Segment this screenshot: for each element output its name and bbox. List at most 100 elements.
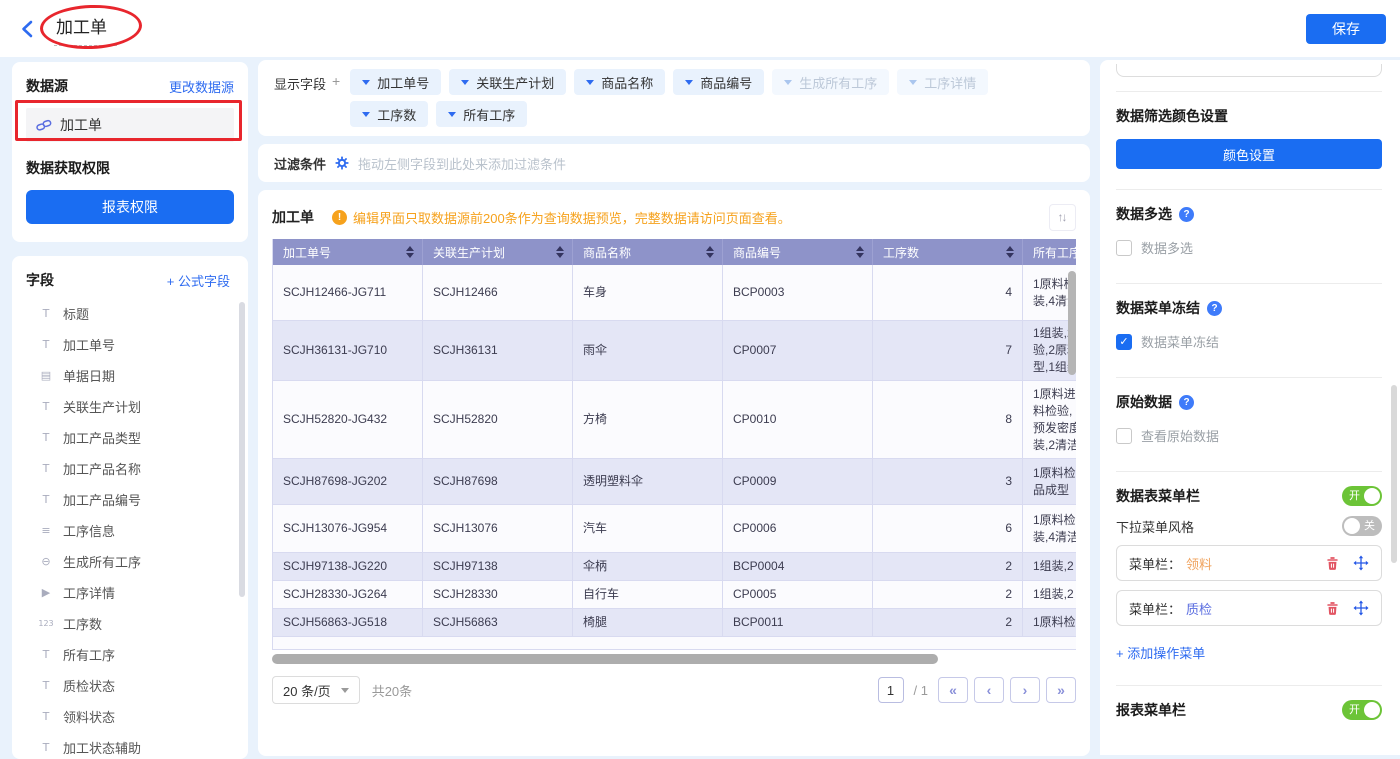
table-row[interactable]: SCJH87698-JG202SCJH87698透明塑料伞CP000931原料检…	[273, 459, 1076, 505]
report-permission-button[interactable]: 报表权限	[26, 190, 234, 224]
datasource-item[interactable]: 加工单	[26, 108, 234, 142]
table-row[interactable]: SCJH28330-JG264SCJH28330自行车CP000521组装,2	[273, 581, 1076, 609]
page-size-select[interactable]: 20 条/页	[272, 676, 360, 704]
delete-menu-item-trash-icon[interactable]	[1324, 555, 1340, 571]
column-header[interactable]: 所有工序	[1023, 239, 1076, 265]
field-item[interactable]: 123工序数	[26, 608, 240, 639]
raw-data-checkbox[interactable]	[1116, 428, 1132, 444]
column-header[interactable]: 关联生产计划	[423, 239, 573, 265]
column-sort-icon[interactable]	[706, 246, 714, 258]
current-page-input[interactable]: 1	[878, 677, 904, 703]
column-header[interactable]: 商品编号	[723, 239, 873, 265]
menu-item-prefix: 菜单栏：	[1129, 554, 1181, 573]
multi-select-checkbox[interactable]	[1116, 240, 1132, 256]
table-row[interactable]: SCJH56863-JG518SCJH56863椅腿BCP001121原料检	[273, 609, 1076, 637]
multi-select-checkbox-row[interactable]: 数据多选	[1116, 238, 1382, 257]
field-item-label: 所有工序	[63, 645, 115, 664]
field-item[interactable]: T标题	[26, 298, 240, 329]
datasource-link-icon	[36, 118, 54, 132]
delete-menu-item-trash-icon[interactable]	[1324, 600, 1340, 616]
field-item[interactable]: ▶工序详情	[26, 577, 240, 608]
text-field-icon: T	[36, 679, 56, 692]
dropdown-style-toggle[interactable]: 关	[1342, 516, 1382, 536]
display-field-chip[interactable]: 所有工序	[436, 101, 527, 127]
display-field-chip[interactable]: 关联生产计划	[449, 69, 566, 95]
field-item[interactable]: T所有工序	[26, 639, 240, 670]
menu-freeze-checkbox-row[interactable]: ✓ 数据菜单冻结	[1116, 332, 1382, 351]
left-sidebar: 数据源 更改数据源 加工单 数据获取权限 报表权限 字段 + 公式字段 T标题T…	[12, 62, 248, 759]
change-datasource-link[interactable]: 更改数据源	[169, 77, 234, 96]
field-item[interactable]: ≡工序信息	[26, 515, 240, 546]
table-menubar-toggle[interactable]: 开	[1342, 486, 1382, 506]
display-field-chip[interactable]: 生成所有工序	[772, 69, 889, 95]
display-field-chip[interactable]: 商品编号	[673, 69, 764, 95]
filter-dropzone-placeholder[interactable]: 拖动左侧字段到此处来添加过滤条件	[358, 154, 566, 173]
column-header[interactable]: 加工单号	[273, 239, 423, 265]
menu-freeze-checkbox[interactable]: ✓	[1116, 334, 1132, 350]
column-sort-icon[interactable]	[406, 246, 414, 258]
field-item[interactable]: T质检状态	[26, 670, 240, 701]
table-cell: SCJH56863	[423, 609, 573, 636]
table-cell: 伞柄	[573, 553, 723, 580]
color-settings-button[interactable]: 颜色设置	[1116, 139, 1382, 169]
column-sort-icon[interactable]	[856, 246, 864, 258]
table-cell: 方椅	[573, 381, 723, 458]
table-cell-process-count: 4	[873, 265, 1023, 320]
field-item[interactable]: T加工产品名称	[26, 453, 240, 484]
settings-panel-scrollbar[interactable]	[1391, 385, 1397, 563]
datasource-heading: 数据源	[26, 76, 68, 96]
text-field-icon: T	[36, 338, 56, 351]
preview-title: 加工单	[272, 207, 314, 227]
back-icon[interactable]	[14, 16, 40, 42]
display-field-chip[interactable]: 加工单号	[350, 69, 441, 95]
next-page-button[interactable]: ›	[1010, 677, 1040, 703]
field-item[interactable]: T加工产品编号	[26, 484, 240, 515]
table-row[interactable]: SCJH13076-JG954SCJH13076汽车CP000661原料检装,4…	[273, 505, 1076, 553]
table-cell-all-processes: 1原料检品成型	[1023, 459, 1076, 504]
table-horizontal-scrollbar[interactable]	[272, 654, 1076, 664]
column-sort-icon[interactable]	[556, 246, 564, 258]
table-cell: CP0009	[723, 459, 873, 504]
field-item[interactable]: T加工单号	[26, 329, 240, 360]
raw-data-checkbox-row[interactable]: 查看原始数据	[1116, 426, 1382, 445]
table-row[interactable]: SCJH52820-JG432SCJH52820方椅CP001081原料进料检验…	[273, 381, 1076, 459]
table-row[interactable]: SCJH36131-JG710SCJH36131雨伞CP000771组装,2验,…	[273, 321, 1076, 381]
table-row[interactable]: SCJH12466-JG711SCJH12466车身BCP000341原料检装,…	[273, 265, 1076, 321]
display-field-chip[interactable]: 商品名称	[574, 69, 665, 95]
column-header[interactable]: 商品名称	[573, 239, 723, 265]
display-field-chip[interactable]: 工序数	[350, 101, 428, 127]
fields-scrollbar[interactable]	[239, 302, 245, 597]
column-header[interactable]: 工序数	[873, 239, 1023, 265]
first-page-button[interactable]: «	[938, 677, 968, 703]
settings-panel: 数据筛选颜色设置 颜色设置 数据多选 ? 数据多选 数据菜单冻结 ? ✓ 数据菜…	[1100, 60, 1400, 755]
table-vertical-scrollbar[interactable]	[1068, 271, 1076, 375]
table-cell: BCP0003	[723, 265, 873, 320]
add-display-field-button[interactable]: +	[332, 73, 340, 89]
add-formula-field-link[interactable]: + 公式字段	[167, 271, 230, 290]
column-header-label: 商品编号	[733, 244, 781, 261]
table-cell: SCJH87698-JG202	[273, 459, 423, 504]
prev-page-button[interactable]: ‹	[974, 677, 1004, 703]
add-action-menu-link[interactable]: + 添加操作菜单	[1116, 643, 1205, 662]
help-icon[interactable]: ?	[1207, 301, 1222, 316]
help-icon[interactable]: ?	[1179, 207, 1194, 222]
move-menu-item-icon[interactable]	[1353, 600, 1369, 616]
sort-order-icon[interactable]: ↑↓	[1049, 204, 1076, 231]
report-menubar-toggle[interactable]: 开	[1342, 700, 1382, 720]
table-row[interactable]: SCJH97138-JG220SCJH97138伞柄BCP000421组装,2	[273, 553, 1076, 581]
boolean-field-icon: ⊖	[36, 555, 56, 568]
field-item[interactable]: T关联生产计划	[26, 391, 240, 422]
field-item[interactable]: ▤单据日期	[26, 360, 240, 391]
table-cell: SCJH36131-JG710	[273, 321, 423, 380]
display-field-chip[interactable]: 工序详情	[897, 69, 988, 95]
column-sort-icon[interactable]	[1006, 246, 1014, 258]
help-icon[interactable]: ?	[1179, 395, 1194, 410]
table-cell-all-processes: 1组装,2	[1023, 581, 1076, 608]
filter-settings-gear-icon[interactable]	[334, 155, 350, 171]
field-item[interactable]: T加工产品类型	[26, 422, 240, 453]
last-page-button[interactable]: »	[1046, 677, 1076, 703]
field-item[interactable]: T领料状态	[26, 701, 240, 732]
move-menu-item-icon[interactable]	[1353, 555, 1369, 571]
save-button[interactable]: 保存	[1306, 14, 1386, 44]
field-item[interactable]: ⊖生成所有工序	[26, 546, 240, 577]
